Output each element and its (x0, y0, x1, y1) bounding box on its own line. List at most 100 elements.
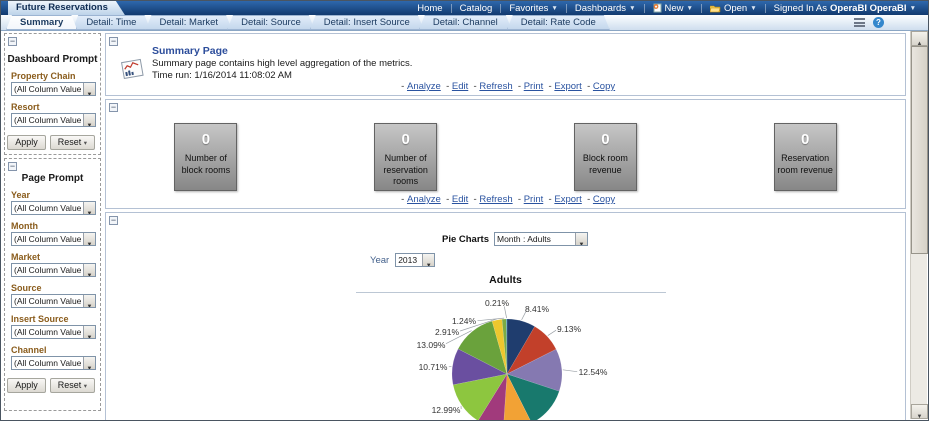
report-icon (119, 58, 146, 81)
metric-value: 0 (375, 131, 436, 148)
pie-chart-selector-row: Pie Charts Month : Adults (442, 232, 588, 246)
action-link[interactable]: Analyze (396, 194, 441, 205)
reset-button[interactable]: Reset ▾ (50, 135, 95, 150)
prompt-dropdown[interactable]: (All Column Value (11, 294, 96, 308)
action-link[interactable]: Export (543, 194, 582, 205)
action-link[interactable]: Analyze (396, 81, 441, 92)
nav-home[interactable]: Home (409, 3, 450, 14)
chevron-down-icon: ▼ (750, 5, 756, 12)
nav-favorites[interactable]: Favorites▼ (501, 3, 566, 14)
prompt-dropdown-value: (All Column Value (12, 295, 83, 307)
prompt-field: Source (All Column Value (11, 283, 96, 308)
year-label: Year (370, 255, 389, 266)
chevron-down-icon[interactable] (83, 295, 95, 307)
page-tab[interactable]: Detail: Rate Code (507, 15, 610, 30)
metric-value: 0 (575, 131, 636, 148)
chevron-down-icon[interactable] (83, 83, 95, 95)
chevron-down-icon: ▾ (84, 140, 87, 147)
chevron-down-icon[interactable] (575, 233, 587, 245)
prompt-dropdown[interactable]: (All Column Value (11, 113, 96, 127)
chart-title: Adults (106, 274, 905, 286)
new-document-icon (653, 3, 662, 13)
action-link[interactable]: Edit (441, 81, 468, 92)
collapse-icon[interactable] (109, 37, 118, 46)
page-tab[interactable]: Detail: Source (227, 15, 315, 30)
page-tab[interactable]: Detail: Market (145, 15, 232, 30)
prompt-dropdown[interactable]: (All Column Value (11, 82, 96, 96)
nav-signed-in[interactable]: Signed In As OperaBI OperaBI ▼ (766, 3, 924, 14)
chevron-down-icon[interactable] (83, 233, 95, 245)
prompt-field: Month (All Column Value (11, 221, 96, 246)
nav-dashboards[interactable]: Dashboards▼ (567, 3, 644, 14)
dashboard-prompt-fields: Property Chain (All Column Value Resort … (5, 71, 100, 127)
scrollbar-down-icon[interactable] (911, 404, 928, 419)
vertical-scrollbar[interactable] (910, 31, 927, 419)
chevron-down-icon: ▼ (629, 5, 635, 12)
help-icon[interactable]: ? (873, 17, 884, 28)
action-link[interactable]: Edit (441, 194, 468, 205)
chevron-down-icon[interactable] (83, 114, 95, 126)
pie-label-leader-line (548, 330, 556, 335)
nav-open[interactable]: Open▼ (702, 3, 765, 14)
prompt-dropdown[interactable]: (All Column Value (11, 356, 96, 370)
page-tab[interactable]: Summary (6, 15, 77, 30)
metric-tile: 0 Number of block rooms (174, 123, 237, 191)
nav-new[interactable]: New▼ (645, 3, 701, 14)
apply-button[interactable]: Apply (7, 135, 46, 150)
nav-catalog[interactable]: Catalog (452, 3, 501, 14)
dashboard-prompt-buttons: Apply Reset ▾ (5, 135, 95, 150)
chevron-down-icon[interactable] (83, 264, 95, 276)
page-prompt-title: Page Prompt (5, 173, 100, 184)
page-tab[interactable]: Detail: Insert Source (310, 15, 424, 30)
page-tabs: SummaryDetail: TimeDetail: MarketDetail:… (6, 15, 605, 30)
prompt-field-label: Resort (11, 102, 96, 112)
pie-charts-label: Pie Charts (442, 234, 489, 245)
pie-chart-dropdown[interactable]: Month : Adults (494, 232, 588, 246)
collapse-icon[interactable] (109, 103, 118, 112)
page-options-icon[interactable] (854, 18, 865, 27)
apply-button[interactable]: Apply (7, 378, 46, 393)
chevron-down-icon[interactable] (422, 254, 434, 266)
collapse-icon[interactable] (8, 162, 17, 171)
page-tab[interactable]: Detail: Time (72, 15, 150, 30)
action-link[interactable]: Export (543, 81, 582, 92)
scrollbar-up-icon[interactable] (911, 31, 928, 46)
chevron-down-icon[interactable] (83, 357, 95, 369)
global-nav: Home Catalog Favorites▼ Dashboards▼ New▼… (409, 1, 924, 15)
action-link[interactable]: Copy (582, 81, 615, 92)
reset-button[interactable]: Reset ▾ (50, 378, 95, 393)
adults-pie-svg: 8.41%9.13%12.54%12.99%10.71%13.09%2.91%1… (347, 292, 667, 421)
report-action-links: AnalyzeEditRefreshPrintExportCopy (106, 81, 905, 92)
prompt-dropdown[interactable]: (All Column Value (11, 232, 96, 246)
page-prompt-panel: Page Prompt Year (All Column Value Month… (4, 158, 101, 411)
action-link[interactable]: Refresh (468, 194, 512, 205)
collapse-icon[interactable] (109, 216, 118, 225)
collapse-icon[interactable] (8, 37, 17, 46)
action-link[interactable]: Refresh (468, 81, 512, 92)
chevron-down-icon[interactable] (83, 202, 95, 214)
metric-label: Number of reservation rooms (375, 153, 436, 188)
action-link[interactable]: Print (513, 81, 544, 92)
pie-slice-label: 1.24% (452, 316, 477, 326)
scrollbar-thumb[interactable] (911, 46, 928, 254)
prompt-dropdown-value: (All Column Value (12, 264, 83, 276)
prompt-dropdown[interactable]: (All Column Value (11, 201, 96, 215)
prompt-field-label: Year (11, 190, 96, 200)
chevron-down-icon[interactable] (83, 326, 95, 338)
prompt-dropdown[interactable]: (All Column Value (11, 325, 96, 339)
action-link[interactable]: Copy (582, 194, 615, 205)
action-link[interactable]: Print (513, 194, 544, 205)
nav-dashboards-label: Dashboards (575, 3, 626, 14)
top-title-bar: Home Catalog Favorites▼ Dashboards▼ New▼… (1, 1, 928, 15)
metric-value: 0 (175, 131, 236, 148)
dashboard-title-tab[interactable]: Future Reservations (8, 1, 125, 15)
year-selector-row: Year 2013 (370, 253, 435, 267)
metric-label: Number of block rooms (175, 153, 236, 176)
page-tab[interactable]: Detail: Channel (419, 15, 512, 30)
prompt-field: Market (All Column Value (11, 252, 96, 277)
prompt-dropdown[interactable]: (All Column Value (11, 263, 96, 277)
year-dropdown[interactable]: 2013 (395, 253, 435, 267)
signed-in-as-label: Signed In As (774, 3, 827, 14)
pie-chart-section: Pie Charts Month : Adults Year 2013 Adul… (105, 212, 906, 421)
prompt-field: Year (All Column Value (11, 190, 96, 215)
